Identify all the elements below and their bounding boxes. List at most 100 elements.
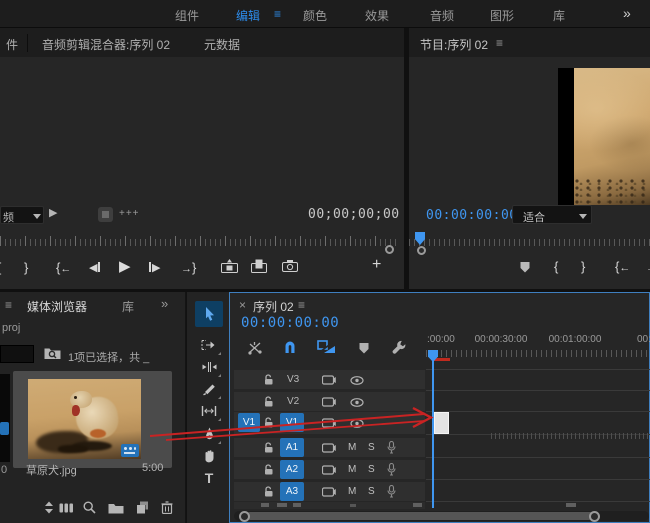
zoom-search-icon[interactable] bbox=[83, 501, 96, 514]
track-a2-lock-icon[interactable] bbox=[264, 464, 274, 475]
step-back-button[interactable]: ◀ bbox=[89, 261, 100, 274]
timeline-tab-label[interactable]: 序列 02 bbox=[253, 298, 294, 315]
timeline-scrollbar-left-handle[interactable] bbox=[239, 511, 250, 522]
tab-clipped-effect-controls[interactable]: 件 bbox=[6, 36, 18, 53]
tab-media-browser[interactable]: 媒体浏览器 bbox=[27, 298, 87, 315]
workspace-graphics[interactable]: 图形 bbox=[490, 7, 514, 24]
track-v3-lock-icon[interactable] bbox=[264, 374, 274, 385]
track-a3-mic-icon[interactable] bbox=[387, 485, 396, 498]
selection-tool[interactable] bbox=[195, 301, 223, 327]
media-browser-overflow-icon[interactable]: » bbox=[161, 296, 168, 311]
track-a1-lock-icon[interactable] bbox=[264, 442, 274, 453]
razor-tool[interactable] bbox=[195, 379, 223, 399]
icon-view-icon[interactable] bbox=[59, 503, 74, 513]
track-a3-target-badge[interactable]: A3 bbox=[280, 482, 304, 501]
source-play-indicator-icon[interactable]: ▶ bbox=[49, 206, 57, 219]
step-forward-button[interactable]: ▶ bbox=[149, 261, 160, 274]
slip-tool[interactable] bbox=[195, 401, 223, 421]
track-a2-mute-button[interactable]: M bbox=[348, 464, 356, 475]
track-v3-name[interactable]: V3 bbox=[287, 374, 299, 385]
track-a3-output-icon[interactable] bbox=[322, 487, 336, 497]
track-a1-target-badge[interactable]: A1 bbox=[280, 438, 304, 457]
program-mark-out-button[interactable]: } bbox=[581, 259, 585, 274]
ripple-edit-tool[interactable] bbox=[195, 357, 223, 377]
linked-selection-icon[interactable] bbox=[317, 340, 336, 354]
timeline-settings-wrench-icon[interactable] bbox=[392, 340, 407, 355]
lift-button[interactable] bbox=[221, 259, 239, 273]
new-item-icon[interactable] bbox=[136, 501, 149, 514]
timeline-panel-menu-icon[interactable]: ≡ bbox=[298, 298, 305, 312]
workspace-edit[interactable]: 编辑 bbox=[236, 7, 260, 24]
track-a2-solo-button[interactable]: S bbox=[368, 464, 375, 475]
type-tool[interactable]: T bbox=[195, 468, 223, 488]
media-browser-panel-menu-icon[interactable]: ≡ bbox=[5, 298, 12, 312]
pen-tool[interactable] bbox=[195, 424, 223, 444]
track-v3-eye-icon[interactable] bbox=[350, 376, 364, 385]
mark-in-button[interactable]: { bbox=[0, 260, 1, 275]
workspace-effects[interactable]: 效果 bbox=[365, 7, 389, 24]
button-editor-add-icon[interactable]: + bbox=[372, 256, 381, 274]
track-a3-solo-button[interactable]: S bbox=[368, 486, 375, 497]
hand-tool[interactable] bbox=[195, 446, 223, 466]
program-timecode[interactable]: 00:00:00:00 bbox=[426, 208, 518, 223]
sort-icon[interactable] bbox=[44, 501, 54, 514]
tab-program-monitor[interactable]: 节目:序列 02 bbox=[420, 36, 488, 53]
program-fit-dropdown[interactable]: 适合 bbox=[512, 205, 592, 224]
source-settings-icon[interactable] bbox=[98, 207, 113, 222]
program-time-ruler[interactable] bbox=[409, 239, 650, 246]
timeline-clip-v1[interactable] bbox=[434, 412, 449, 434]
goto-out-button[interactable]: →} bbox=[181, 260, 196, 275]
media-item-name[interactable]: 草原犬.jpg bbox=[26, 462, 77, 478]
add-marker-button[interactable] bbox=[519, 261, 531, 273]
mark-out-button[interactable]: } bbox=[24, 260, 28, 275]
program-goto-clipped-button[interactable]: → bbox=[646, 259, 650, 274]
track-v1-output-icon[interactable] bbox=[322, 418, 336, 428]
export-frame-button[interactable] bbox=[282, 260, 298, 272]
tab-libraries[interactable]: 库 bbox=[122, 298, 134, 315]
program-mark-in-button[interactable]: { bbox=[554, 259, 558, 274]
program-panel-menu-icon[interactable]: ≡ bbox=[496, 36, 503, 50]
timeline-scrollbar-thumb[interactable] bbox=[246, 512, 594, 520]
source-scrubber-handle[interactable] bbox=[385, 245, 394, 254]
timeline-tab-close-icon[interactable]: × bbox=[239, 298, 246, 312]
track-v2-name[interactable]: V2 bbox=[287, 396, 299, 407]
snap-magnet-icon[interactable] bbox=[283, 340, 297, 354]
track-v3-output-icon[interactable] bbox=[322, 375, 336, 385]
track-a2-target-badge[interactable]: A2 bbox=[280, 460, 304, 479]
track-v1-target-badge[interactable]: V1 bbox=[280, 413, 304, 432]
play-button[interactable]: ▶ bbox=[119, 257, 131, 275]
track-select-forward-tool[interactable] bbox=[195, 335, 223, 355]
nest-insert-toggle-icon[interactable] bbox=[247, 341, 263, 355]
track-a3-lock-icon[interactable] bbox=[264, 486, 274, 497]
track-a2-output-icon[interactable] bbox=[322, 465, 336, 475]
track-v2-eye-icon[interactable] bbox=[350, 398, 364, 407]
track-v2-lock-icon[interactable] bbox=[264, 396, 274, 407]
media-item-partial[interactable] bbox=[0, 374, 10, 462]
goto-in-button[interactable]: {← bbox=[56, 260, 71, 275]
timeline-timecode[interactable]: 00:00:00:00 bbox=[241, 315, 339, 331]
timeline-scrollbar-right-handle[interactable] bbox=[589, 511, 600, 522]
tab-metadata[interactable]: 元数据 bbox=[204, 36, 240, 53]
track-v1-eye-icon[interactable] bbox=[350, 419, 364, 428]
workspace-libraries[interactable]: 库 bbox=[553, 7, 565, 24]
workspace-components[interactable]: 组件 bbox=[175, 7, 199, 24]
media-search-input[interactable] bbox=[0, 345, 34, 363]
track-a1-mute-button[interactable]: M bbox=[348, 442, 356, 453]
track-a1-solo-button[interactable]: S bbox=[368, 442, 375, 453]
program-scrubber-handle[interactable] bbox=[417, 246, 426, 255]
timeline-time-ruler[interactable] bbox=[426, 350, 650, 357]
workspace-audio[interactable]: 音频 bbox=[430, 7, 454, 24]
timeline-playhead-line[interactable] bbox=[432, 359, 434, 508]
timeline-marker-icon[interactable] bbox=[358, 342, 370, 354]
track-v1-lock-icon[interactable] bbox=[264, 417, 274, 428]
workspace-edit-menu-icon[interactable]: ≡ bbox=[274, 7, 281, 21]
source-timecode[interactable]: 00;00;00;00 bbox=[308, 207, 400, 222]
track-v1-source-patch[interactable]: V1 bbox=[238, 413, 260, 432]
extract-button[interactable] bbox=[251, 259, 267, 273]
workspace-color[interactable]: 颜色 bbox=[303, 7, 327, 24]
new-bin-folder-icon[interactable] bbox=[108, 502, 124, 514]
workspace-overflow-icon[interactable]: » bbox=[623, 5, 631, 21]
track-a3-mute-button[interactable]: M bbox=[348, 486, 356, 497]
track-a1-mic-icon[interactable] bbox=[387, 441, 396, 454]
search-in-folder-icon[interactable] bbox=[44, 345, 61, 360]
